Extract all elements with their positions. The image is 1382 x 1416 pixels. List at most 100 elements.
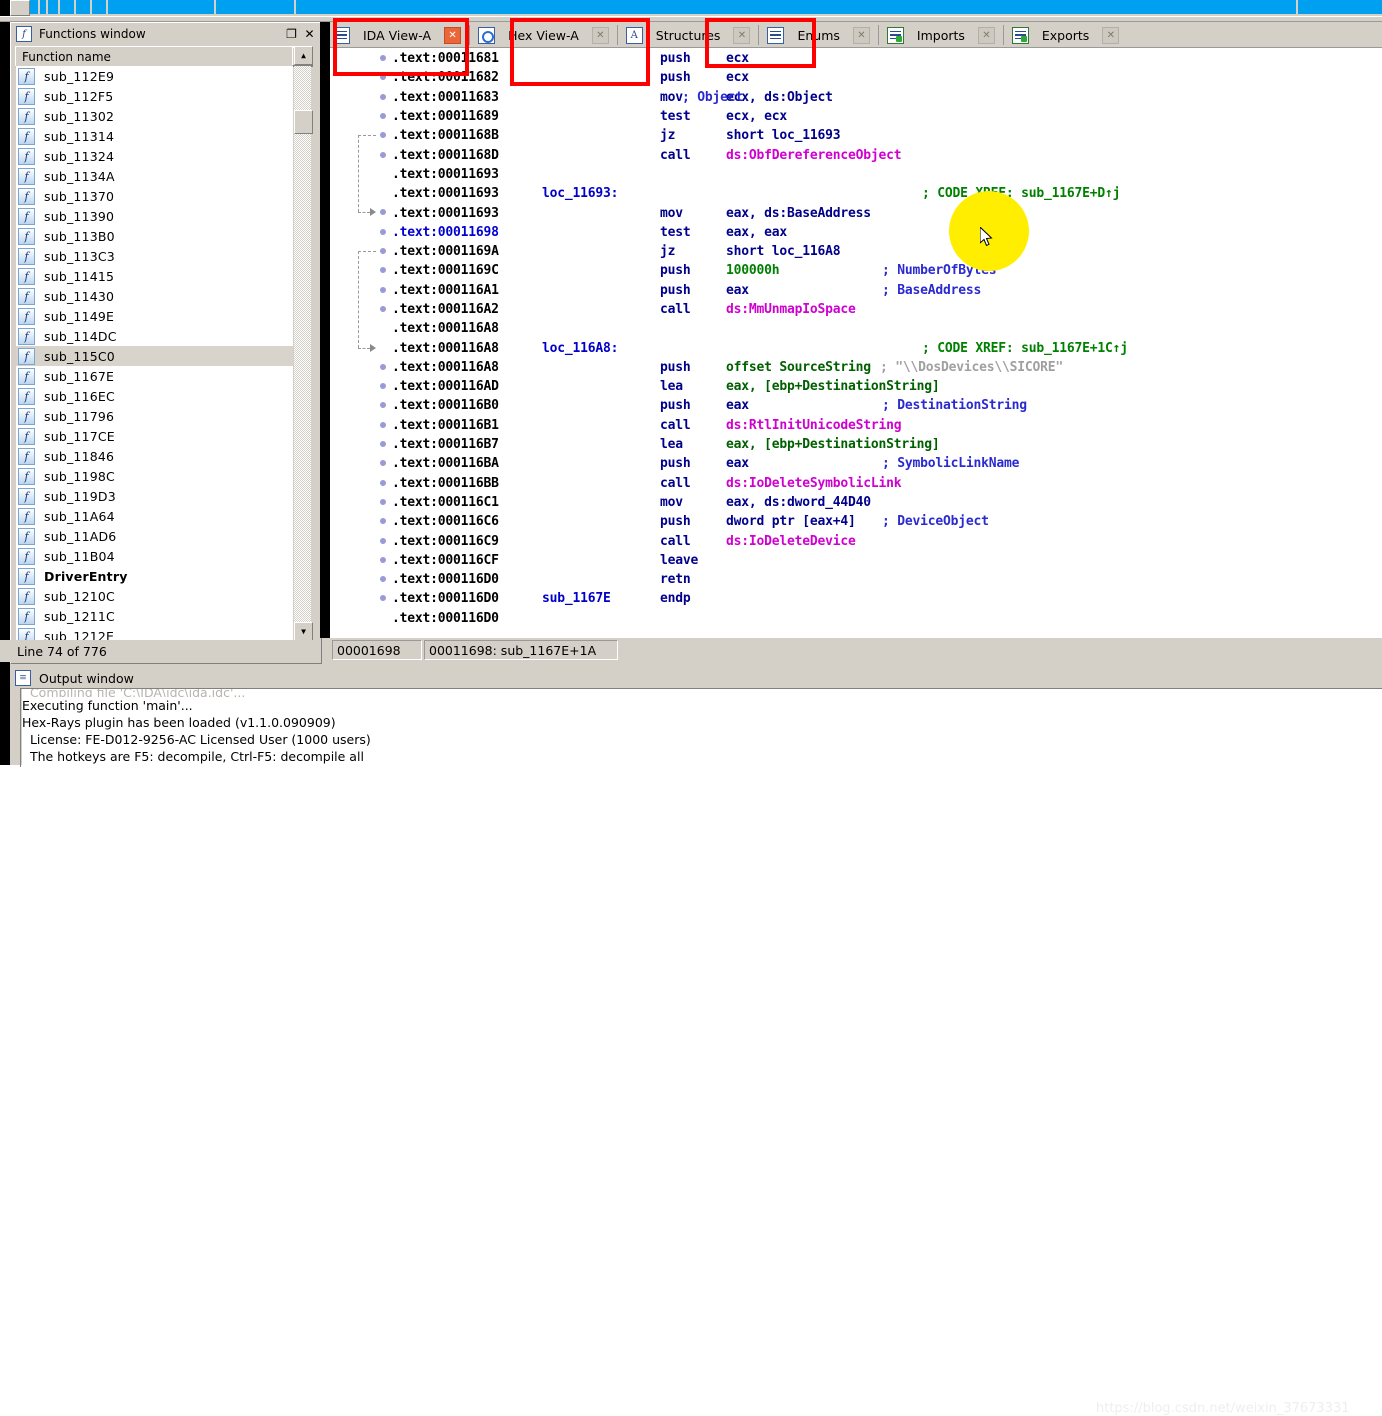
vertical-scroll-thumb[interactable] — [294, 110, 313, 134]
disassembly-line[interactable]: .text:000116C1 mov eax, ds:dword_44D40 — [392, 493, 1382, 512]
toolbar-segment[interactable] — [1298, 0, 1382, 14]
function-icon: f — [18, 367, 35, 385]
disassembly-line[interactable]: .text:000116D0 sub_1167E endp — [392, 589, 1382, 608]
function-list-item[interactable]: f sub_11A64 — [16, 506, 293, 526]
function-icon: f — [18, 447, 35, 465]
toolbar-segment[interactable] — [296, 0, 1297, 14]
function-list-item[interactable]: f sub_112E9 — [16, 66, 293, 86]
disassembly-line[interactable]: .text:00011693 — [392, 165, 1382, 184]
scroll-up-arrow-icon[interactable]: ▲ — [294, 46, 313, 65]
tab-close-icon[interactable]: ✕ — [852, 26, 870, 44]
line-address: .text:00011683 — [392, 89, 499, 105]
disassembly-line[interactable]: .text:000116A8 push offset SourceString ; "… — [392, 358, 1382, 377]
tab-imports[interactable]: Imports ✕ — [883, 23, 998, 47]
function-name-column-header[interactable]: Function name ▲ — [15, 46, 313, 67]
disassembly-line[interactable]: .text:000116A8 loc_116A8: ; CODE XREF: sub… — [392, 338, 1382, 357]
tab-structures[interactable]: A Structures ✕ — [622, 23, 754, 47]
close-button[interactable]: ✕ — [301, 26, 318, 42]
disassembly-line[interactable]: .text:000116BA push eax ; SymbolicLinkName — [392, 454, 1382, 473]
functions-list[interactable]: f sub_112E9 f sub_112F5 f sub_11302 f sub_11314… — [16, 66, 293, 641]
disassembly-line[interactable]: .text:00011689 test ecx, ecx — [392, 107, 1382, 126]
disassembly-line[interactable]: .text:0001169A jz short loc_116A8 — [392, 242, 1382, 261]
disassembly-line[interactable]: .text:000116C6 push dword ptr [eax+4] ; Dev… — [392, 512, 1382, 531]
disassembly-line[interactable]: .text:000116B0 push eax ; DestinationString — [392, 396, 1382, 415]
function-list-item[interactable]: f sub_1134A — [16, 166, 293, 186]
disassembly-line[interactable]: .text:000116C9 call ds:IoDeleteDevice — [392, 531, 1382, 550]
function-list-item[interactable]: f sub_1149E — [16, 306, 293, 326]
function-list-item[interactable]: f sub_112F5 — [16, 86, 293, 106]
toolbar-segment[interactable] — [76, 0, 91, 14]
function-list-item[interactable]: f sub_11846 — [16, 446, 293, 466]
function-list-item[interactable]: f sub_113B0 — [16, 226, 293, 246]
disassembly-line[interactable]: .text:000116A1 push eax ; BaseAddress — [392, 281, 1382, 300]
disassembly-line[interactable]: .text:0001169C push 100000h; NumberOfBytes — [392, 261, 1382, 280]
toolbar-segment[interactable] — [60, 0, 75, 14]
function-list-item[interactable]: f sub_1198C — [16, 466, 293, 486]
function-list-item[interactable]: f sub_1167E — [16, 366, 293, 386]
tab-enums[interactable]: Enums ✕ — [764, 23, 873, 47]
disassembly-line[interactable]: .text:00011682 push ecx — [392, 68, 1382, 87]
tab-ida-view-a[interactable]: IDA View-A ✕ — [330, 23, 465, 47]
scroll-down-arrow-icon[interactable]: ▼ — [294, 622, 313, 641]
function-list-item[interactable]: f sub_114DC — [16, 326, 293, 346]
toolbar-segment[interactable] — [92, 0, 107, 14]
function-list-item[interactable]: f sub_11796 — [16, 406, 293, 426]
function-list-item[interactable]: f sub_11302 — [16, 106, 293, 126]
tab-close-icon[interactable]: ✕ — [444, 26, 462, 44]
toolbar-segment[interactable] — [108, 0, 215, 14]
function-list-item[interactable]: f sub_11370 — [16, 186, 293, 206]
toolbar-segment[interactable] — [40, 0, 47, 14]
toolbar-segment[interactable] — [30, 0, 39, 14]
function-icon: f — [18, 527, 35, 545]
tab-exports[interactable]: Exports ✕ — [1008, 23, 1123, 47]
function-list-item[interactable]: f sub_116EC — [16, 386, 293, 406]
function-list-item[interactable]: f sub_113C3 — [16, 246, 293, 266]
disassembly-line[interactable]: .text:000116B7 lea eax, [ebp+DestinationSt… — [392, 435, 1382, 454]
disassembly-line[interactable]: .text:000116CF leave — [392, 551, 1382, 570]
disassembly-line[interactable]: .text:00011693 loc_11693: ; CODE XREF: sub… — [392, 184, 1382, 203]
tab-close-icon[interactable]: ✕ — [733, 26, 751, 44]
function-list-item[interactable]: f sub_119D3 — [16, 486, 293, 506]
disassembly-line[interactable]: .text:000116BB call ds:IoDeleteSymbolicLin… — [392, 474, 1382, 493]
toolbar-segment[interactable] — [48, 0, 59, 14]
tab-hex-view-a[interactable]: Hex View-A ✕ — [475, 23, 612, 47]
disassembly-line[interactable]: .text:0001168D call ds:ObfDereferenceObjec… — [392, 145, 1382, 164]
function-list-item[interactable]: f sub_11B04 — [16, 546, 293, 566]
disassembly-line[interactable]: .text:00011698 test eax, eax — [392, 223, 1382, 242]
function-list-item[interactable]: f sub_117CE — [16, 426, 293, 446]
line-address: .text:000116B0 — [392, 398, 499, 414]
function-list-item[interactable]: f sub_11390 — [16, 206, 293, 226]
function-list-item[interactable]: f sub_1210C — [16, 586, 293, 606]
function-list-item[interactable]: f sub_1211C — [16, 606, 293, 626]
output-log[interactable]: Compiling file 'C:\IDA\idc\ida.idc'... Ex… — [22, 689, 1382, 765]
function-list-item[interactable]: f sub_11324 — [16, 146, 293, 166]
function-list-item[interactable]: f sub_11314 — [16, 126, 293, 146]
function-list-item[interactable]: f sub_11430 — [16, 286, 293, 306]
disassembly-lines[interactable]: .text:00011681 push ecx .text:00011682 push e… — [392, 49, 1382, 638]
disassembly-line[interactable]: .text:000116A2 call ds:MmUnmapIoSpace — [392, 300, 1382, 319]
function-list-item[interactable]: f sub_11415 — [16, 266, 293, 286]
disassembly-line[interactable]: .text:00011683 mov ecx, ds:Object; Object — [392, 88, 1382, 107]
disassembly-line[interactable]: .text:000116AD lea eax, [ebp+DestinationSt… — [392, 377, 1382, 396]
function-list-item[interactable]: f DriverEntry — [16, 566, 293, 586]
disassembly-line[interactable]: .text:0001168B jz short loc_11693 — [392, 126, 1382, 145]
disassembly-line[interactable]: .text:00011681 push ecx — [392, 49, 1382, 68]
ida-view-a-disassembly[interactable]: .text:00011681 push ecx .text:00011682 push e… — [330, 49, 1382, 638]
toolbar-segment[interactable] — [216, 0, 295, 14]
disassembly-line[interactable]: .text:000116D0 — [392, 609, 1382, 628]
function-list-item[interactable]: f sub_115C0 — [16, 346, 293, 366]
tab-close-icon[interactable]: ✕ — [977, 26, 995, 44]
restore-button[interactable]: ❐ — [283, 26, 300, 42]
toolbar-grip[interactable] — [10, 0, 30, 16]
tab-separator — [877, 25, 879, 45]
function-list-item[interactable]: f sub_11AD6 — [16, 526, 293, 546]
tab-close-icon[interactable]: ✕ — [591, 26, 609, 44]
disassembly-line[interactable]: .text:000116B1 call ds:RtlInitUnicodeStrin… — [392, 416, 1382, 435]
disassembly-line[interactable]: .text:00011693 mov eax, ds:BaseAddress — [392, 203, 1382, 222]
functions-list-vertical-scrollbar[interactable]: ▲ ▼ — [294, 46, 313, 641]
disassembly-line[interactable]: .text:000116A8 — [392, 319, 1382, 338]
disassembly-line[interactable]: .text:000116D0 retn — [392, 570, 1382, 589]
output-log-line: License: FE-D012-9256-AC Licensed User (… — [22, 732, 371, 747]
function-list-item[interactable]: f sub_1212E — [16, 626, 293, 641]
tab-close-icon[interactable]: ✕ — [1102, 26, 1120, 44]
